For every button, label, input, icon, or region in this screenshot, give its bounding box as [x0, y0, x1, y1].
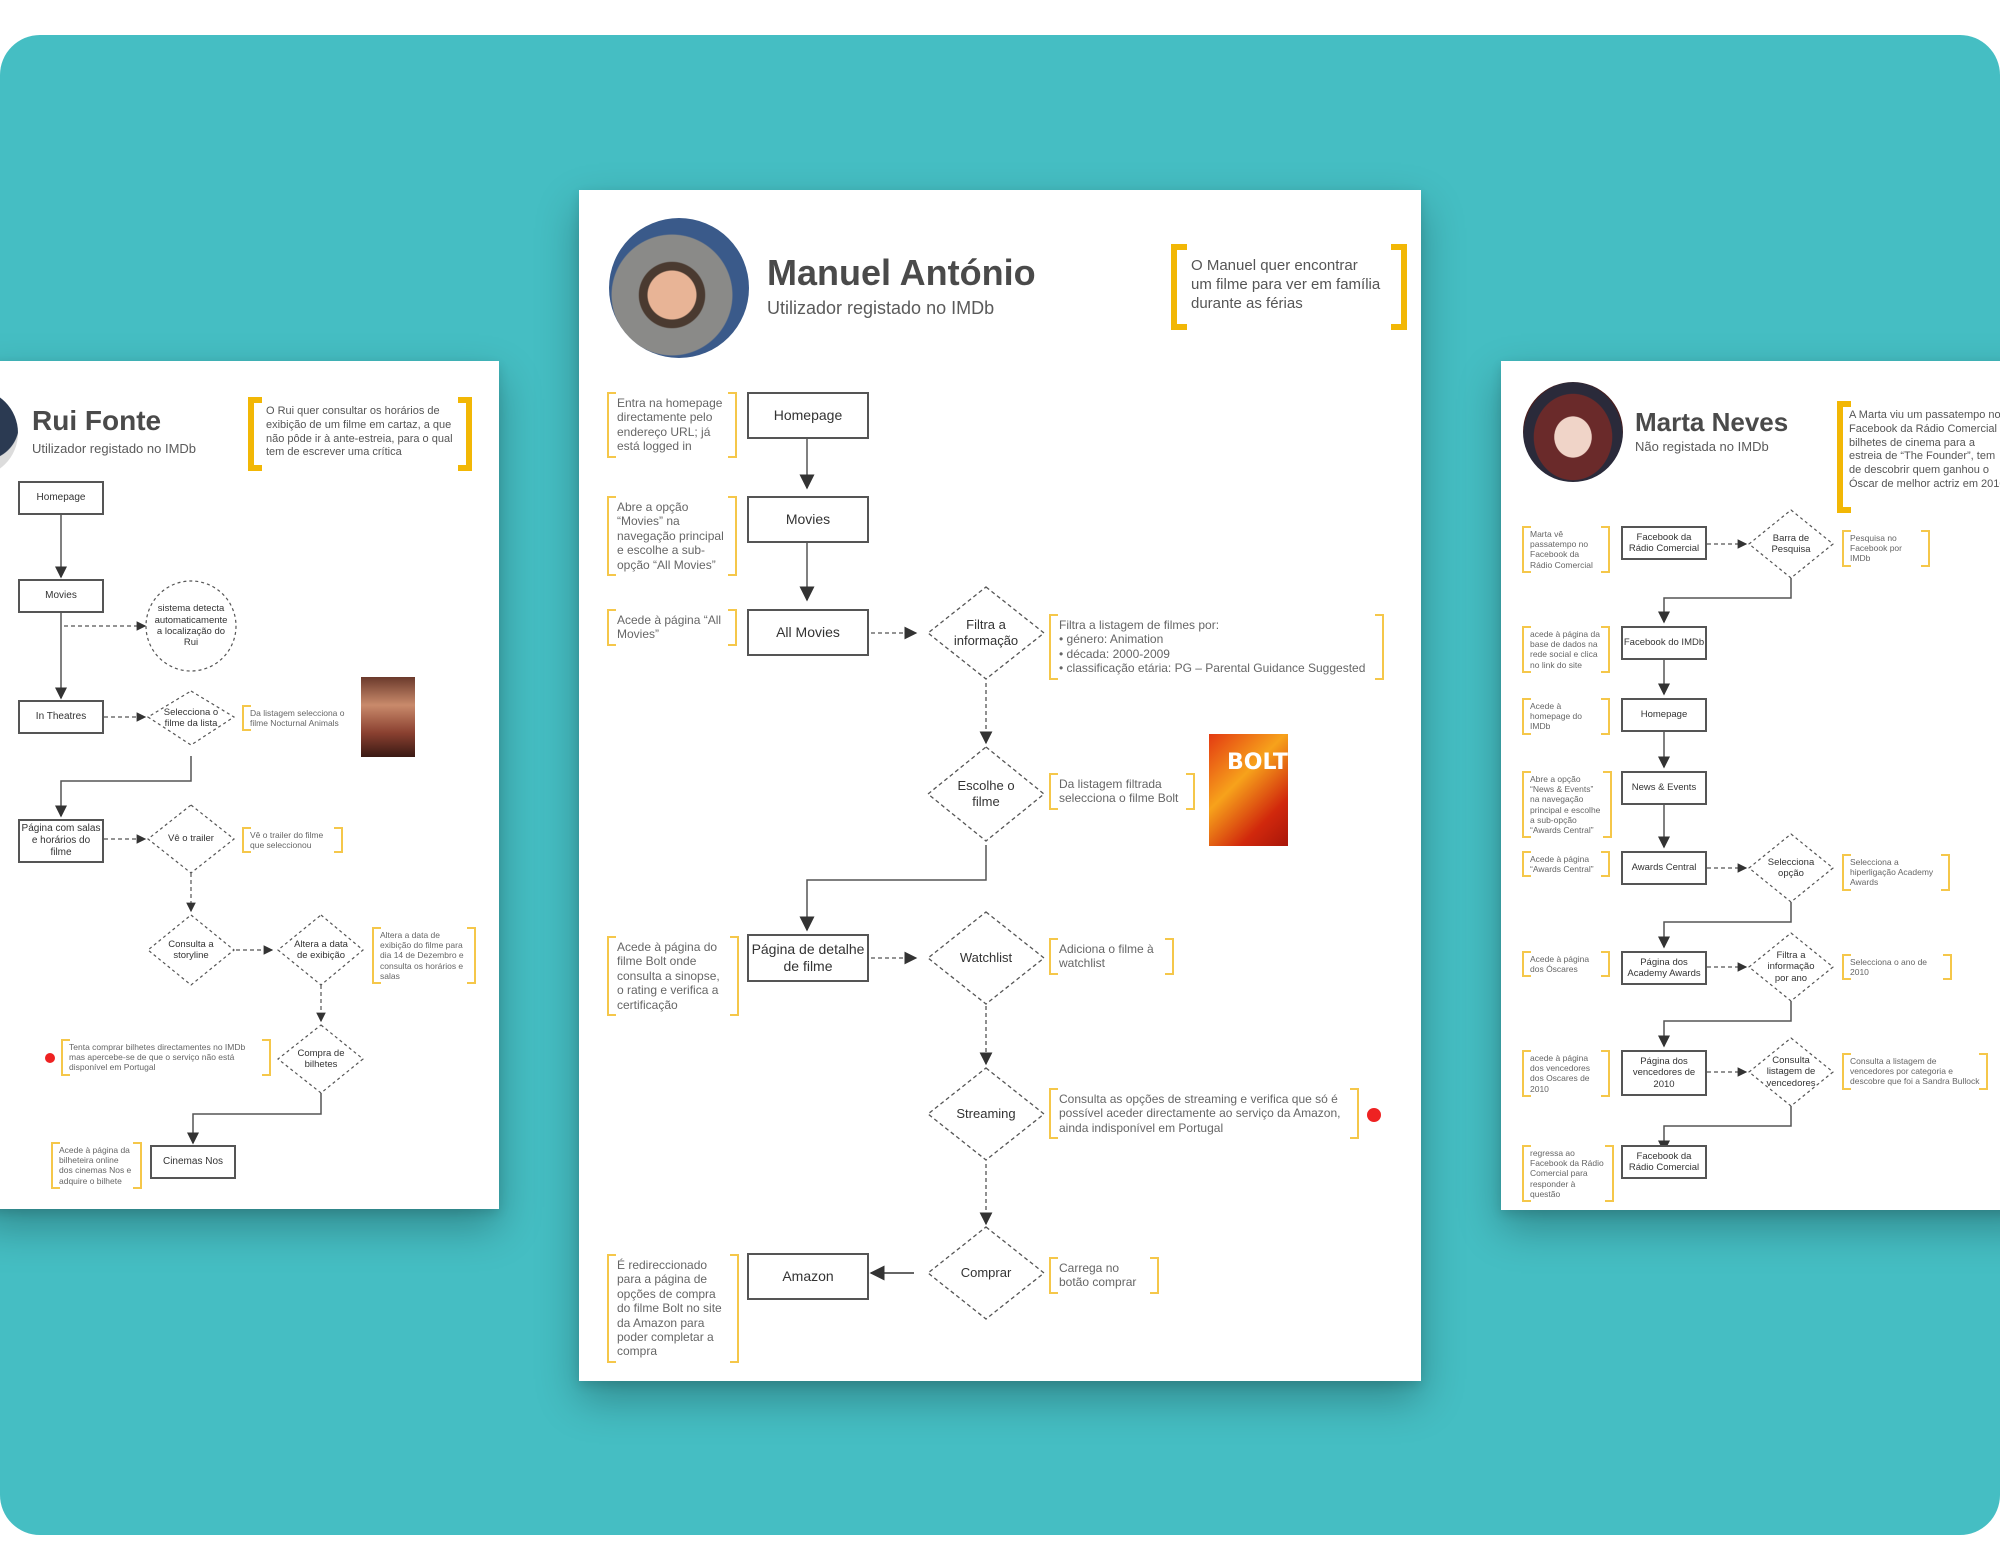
note-choose-film: Da listagem filtrada selecciona o filme …: [1049, 773, 1195, 810]
flow-node-all-movies: All Movies: [747, 609, 869, 656]
flow-node-cinemas-nos: Cinemas Nos: [150, 1145, 236, 1179]
note-news-events: Abre a opção “News & Events” na navegaçã…: [1522, 771, 1612, 839]
note-buy: Carrega no botão comprar: [1049, 1257, 1159, 1294]
flow-node-winners-2010: Página dos vencedores de 2010: [1621, 1050, 1707, 1096]
note-winners: acede à página dos vencedores dos Oscare…: [1522, 1050, 1610, 1097]
alert-dot: [1367, 1108, 1381, 1122]
flow-decision-storyline: Consulta a storyline: [168, 938, 214, 961]
note-homepage: Acede à homepage do IMDb: [1522, 698, 1610, 735]
flow-decision-search: Barra de Pesquisa: [1771, 532, 1811, 555]
note-buy-tickets: Tenta comprar bilhetes directamentes no …: [61, 1039, 271, 1076]
note-fb-radio: Marta vê passatempo no Facebook da Rádio…: [1522, 526, 1610, 573]
flow-decision-buy-tickets: Compra de bilhetes: [297, 1047, 345, 1070]
note-fb-imdb: acede à página da base de dados na rede …: [1522, 626, 1610, 673]
note-amazon: É redireccionado para a página de opções…: [607, 1254, 739, 1363]
flow-decision-filter-year: Filtra a informação por ano: [1767, 949, 1815, 984]
flow-decision-change-date: Altera a data de exibição: [294, 938, 348, 961]
flow-node-amazon: Amazon: [747, 1253, 869, 1300]
note-select-film: Da listagem selecciona o filme Nocturnal…: [242, 705, 370, 732]
note-filter-item: • género: Animation: [1059, 632, 1164, 647]
poster-nocturnal-animals: [361, 677, 415, 757]
note-list-winners: Consulta a listagem de vencedores por ca…: [1842, 1053, 1988, 1090]
note-filter-item: • classificação etária: PG – Parental Gu…: [1059, 661, 1366, 676]
flow-decision-list-winners: Consulta listagem de vencedores: [1766, 1054, 1816, 1089]
flow-node-movies: Movies: [747, 496, 869, 543]
flow-node-homepage: Homepage: [747, 392, 869, 439]
flow-node-homepage: Homepage: [1621, 698, 1707, 732]
persona-card-manuel: Manuel António Utilizador registado no I…: [579, 190, 1421, 1381]
flow-node-homepage: Homepage: [18, 481, 104, 515]
persona-card-marta: Marta Neves Não registada no IMDb A Mart…: [1501, 361, 2000, 1210]
flow-node-fb-radio: Facebook da Rádio Comercial: [1621, 526, 1707, 560]
note-academy: Acede à página dos Óscares: [1522, 951, 1610, 978]
persona-card-rui: Rui Fonte Utilizador registado no IMDb O…: [0, 361, 499, 1209]
flow-node-academy-awards: Página dos Academy Awards: [1621, 951, 1707, 985]
note-watchlist: Adiciona o filme à watchlist: [1049, 938, 1174, 975]
alert-dot: [45, 1053, 55, 1063]
note-change-date: Altera a data de exibição do filme para …: [372, 927, 476, 984]
flow-node-fb-radio-back: Facebook da Rádio Comercial: [1621, 1145, 1707, 1179]
flow-decision-buy: Comprar: [960, 1265, 1012, 1281]
flow-decision-select-film: Selecciona o filme da lista: [163, 706, 219, 729]
note-filter-title: Filtra a listagem de filmes por:: [1059, 618, 1220, 632]
note-select-option: Selecciona a hiperligação Academy Awards: [1842, 854, 1950, 891]
flow-decision-choose-film: Escolhe o filme: [957, 778, 1015, 809]
note-awards-central: Acede à página “Awards Central”: [1522, 851, 1610, 878]
note-all-movies: Acede à página “All Movies”: [607, 609, 737, 646]
flow-node-movies: Movies: [18, 579, 104, 613]
flow-node-in-theatres: In Theatres: [18, 700, 104, 734]
note-search: Pesquisa no Facebook por IMDb: [1842, 530, 1930, 567]
flow-decision-trailer: Vê o trailer: [168, 833, 214, 845]
flow-decision-select-option: Selecciona opção: [1767, 856, 1815, 879]
note-fb-radio-back: regressa ao Facebook da Rádio Comercial …: [1522, 1145, 1614, 1202]
note-filter: Filtra a listagem de filmes por: • géner…: [1049, 614, 1384, 680]
flow-node-fb-imdb: Facebook do IMDb: [1621, 626, 1707, 660]
note-homepage: Entra na homepage directamente pelo ende…: [607, 392, 737, 458]
flow-decision-streaming: Streaming: [956, 1106, 1016, 1122]
flow-decision-watchlist: Watchlist: [959, 950, 1013, 966]
note-detail-page: Acede à página do filme Bolt onde consul…: [607, 936, 739, 1016]
poster-bolt: BOLT: [1209, 734, 1288, 846]
note-cinemas-nos: Acede à página da bilheteira online dos …: [51, 1142, 142, 1189]
note-trailer: Vê o trailer do filme que seleccionou: [242, 827, 343, 854]
flow-node-awards-central: Awards Central: [1621, 851, 1707, 885]
flow-node-news-events: News & Events: [1621, 771, 1707, 805]
note-filter-year: Selecciona o ano de 2010: [1842, 954, 1952, 981]
flow-decision-filter: Filtra a informação: [953, 617, 1019, 648]
note-movies: Abre a opção “Movies” na navegação princ…: [607, 496, 737, 576]
flow-node-system-detect: sistema detecta automaticamente a locali…: [154, 603, 228, 649]
note-streaming: Consulta as opções de streaming e verifi…: [1049, 1088, 1359, 1140]
flow-node-detail-page: Página de detalhe de filme: [747, 934, 869, 982]
flow-node-page-times: Página com salas e horários do filme: [18, 819, 104, 863]
note-filter-item: • década: 2000-2009: [1059, 646, 1170, 661]
